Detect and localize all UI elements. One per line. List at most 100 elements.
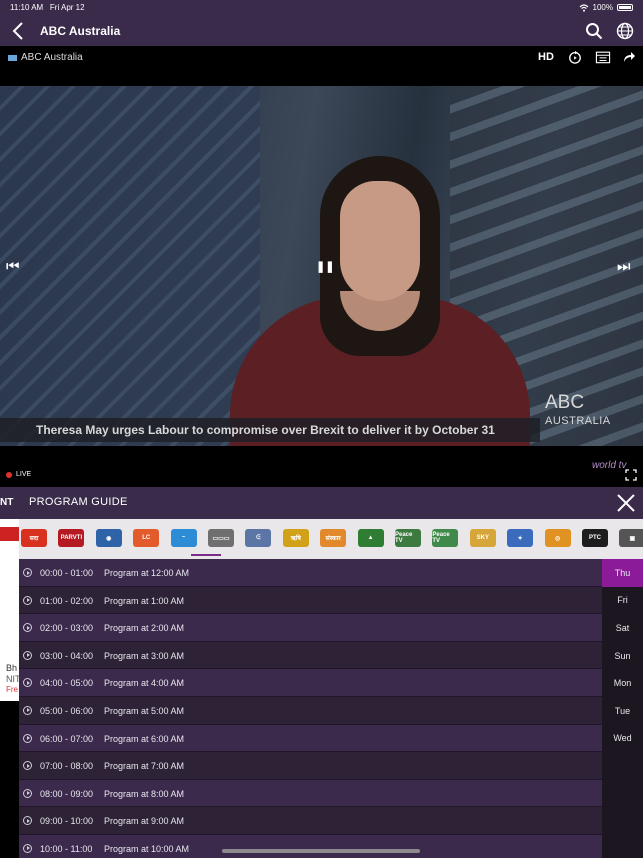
channel-logo[interactable]: ✦ xyxy=(507,529,534,547)
status-time: 11:10 AM Fri Apr 12 xyxy=(10,3,85,12)
home-indicator[interactable] xyxy=(222,849,420,853)
program-title: Program at 8:00 AM xyxy=(104,788,185,799)
program-row[interactable]: 07:00 - 08:00 Program at 7:00 AM xyxy=(19,752,602,780)
day-selector[interactable]: Thu Fri Sat Sun Mon Tue Wed xyxy=(602,559,643,858)
news-ticker: Theresa May urges Labour to compromise o… xyxy=(0,418,540,442)
program-title: Program at 6:00 AM xyxy=(104,733,185,744)
ad-text-3: Fre xyxy=(6,685,18,694)
presenter-face xyxy=(340,181,420,301)
globe-icon[interactable] xyxy=(616,22,634,40)
channel-logo[interactable]: SKY xyxy=(469,529,496,547)
day-tab[interactable]: Sun xyxy=(602,642,643,670)
channel-logo[interactable]: LC xyxy=(133,529,160,547)
program-time: 05:00 - 06:00 xyxy=(40,705,94,716)
program-row[interactable]: 03:00 - 04:00 Program at 3:00 AM xyxy=(19,641,602,670)
program-time: 08:00 - 09:00 xyxy=(40,788,94,799)
replay-icon[interactable] xyxy=(567,50,583,64)
program-list[interactable]: 00:00 - 01:00 Program at 12:00 AM 01:00 - … xyxy=(19,559,602,858)
program-guide-bar: NT PROGRAM GUIDE xyxy=(0,487,643,519)
program-title: Program at 3:00 AM xyxy=(104,650,185,661)
program-title: Program at 10:00 AM xyxy=(104,843,190,854)
hd-button[interactable]: HD xyxy=(538,50,554,64)
status-right: 100% xyxy=(579,3,633,12)
program-time: 00:00 - 01:00 xyxy=(40,568,94,578)
play-circle-icon[interactable] xyxy=(23,650,32,660)
abc-watermark-logo: ABC AUSTRALIA xyxy=(545,392,611,427)
previous-channel-button[interactable]: ⏮ xyxy=(6,258,20,275)
channel-logo[interactable]: Peace TV xyxy=(395,529,421,547)
next-channel-button[interactable]: ⏭ xyxy=(617,258,631,275)
program-row[interactable]: 05:00 - 06:00 Program at 5:00 AM xyxy=(19,696,602,725)
channel-strip[interactable]: सदा PARVTI ◉ LC ~ ▭▭▭ ᕮ ऋषि संस्कार ▲ Peace TV Peac… xyxy=(19,519,643,559)
program-time: 04:00 - 05:00 xyxy=(40,678,94,689)
channel-logo[interactable]: ~ xyxy=(170,529,197,547)
truncated-tab-label[interactable]: NT xyxy=(0,497,13,508)
play-circle-icon[interactable] xyxy=(23,733,32,743)
program-time: 03:00 - 04:00 xyxy=(40,650,94,661)
play-circle-icon[interactable] xyxy=(23,623,32,633)
share-icon[interactable] xyxy=(622,50,636,64)
chevron-left-icon[interactable] xyxy=(12,21,24,41)
play-circle-icon[interactable] xyxy=(23,761,32,771)
channel-logo[interactable]: ᕮ xyxy=(245,529,272,547)
background-building-left xyxy=(0,86,260,446)
day-tab[interactable]: Wed xyxy=(602,725,643,753)
channel-logo[interactable]: ▭▭▭ xyxy=(208,529,234,547)
channel-logo[interactable]: PARVTI xyxy=(58,529,85,547)
play-circle-icon[interactable] xyxy=(23,705,32,715)
play-circle-icon[interactable] xyxy=(23,788,32,798)
channel-logo[interactable]: ◉ xyxy=(95,529,122,547)
program-title: Program at 7:00 AM xyxy=(104,761,185,772)
channel-logo[interactable]: ▣ xyxy=(619,529,643,547)
play-circle-icon[interactable] xyxy=(23,568,32,577)
video-player[interactable]: ABC Australia HD Theresa May urges Labou… xyxy=(0,46,643,487)
fullscreen-icon[interactable] xyxy=(625,469,637,481)
calendar-icon[interactable] xyxy=(594,50,612,64)
app-header: ABC Australia xyxy=(0,16,643,46)
program-row[interactable]: 06:00 - 07:00 Program at 6:00 AM xyxy=(19,724,602,753)
day-tab[interactable]: Tue xyxy=(602,697,643,725)
program-title: Program at 5:00 AM xyxy=(104,705,185,716)
day-tab[interactable]: Thu xyxy=(602,559,643,587)
battery-icon xyxy=(617,4,633,11)
ad-text-1: Bh xyxy=(6,663,18,673)
play-circle-icon[interactable] xyxy=(23,816,32,826)
program-row[interactable]: 09:00 - 10:00 Program at 9:00 AM xyxy=(19,807,602,835)
program-row[interactable]: 00:00 - 01:00 Program at 12:00 AM xyxy=(19,559,602,587)
program-time: 06:00 - 07:00 xyxy=(40,733,94,744)
page-title: ABC Australia xyxy=(40,24,121,38)
program-title: Program at 1:00 AM xyxy=(104,595,185,606)
program-title: Program at 4:00 AM xyxy=(104,678,185,689)
program-time: 09:00 - 10:00 xyxy=(40,816,94,827)
channel-logo[interactable]: संस्कार xyxy=(320,529,347,547)
day-tab[interactable]: Sat xyxy=(602,614,643,642)
channel-logo[interactable]: सदा xyxy=(21,529,47,547)
day-tab[interactable]: Mon xyxy=(602,669,643,697)
day-tab[interactable]: Fri xyxy=(602,587,643,615)
play-circle-icon[interactable] xyxy=(23,595,32,605)
channel-logo[interactable]: ◎ xyxy=(544,529,571,547)
pause-button[interactable]: ❚❚ xyxy=(316,260,334,273)
live-indicator: LIVE xyxy=(6,471,31,478)
program-row[interactable]: 02:00 - 03:00 Program at 2:00 AM xyxy=(19,614,602,642)
play-circle-icon[interactable] xyxy=(23,843,32,853)
battery-percent: 100% xyxy=(592,3,613,12)
play-circle-icon[interactable] xyxy=(23,678,32,688)
channel-logo[interactable]: PTC xyxy=(582,529,608,547)
wifi-icon xyxy=(579,3,588,12)
close-icon[interactable] xyxy=(616,493,636,513)
channel-logo[interactable]: ऋषि xyxy=(282,529,309,547)
search-icon[interactable] xyxy=(585,22,603,40)
program-row[interactable]: 08:00 - 09:00 Program at 8:00 AM xyxy=(19,779,602,808)
worldtv-logo: world tv xyxy=(592,460,627,471)
side-ad-card[interactable]: Bh NIT Fre xyxy=(0,519,21,701)
program-row[interactable]: 01:00 - 02:00 Program at 1:00 AM xyxy=(19,586,602,615)
selected-channel-indicator xyxy=(191,554,221,556)
ad-badge xyxy=(0,527,19,541)
program-row[interactable]: 10:00 - 11:00 Program at 10:00 AM xyxy=(19,834,602,858)
flag-icon xyxy=(8,54,17,61)
channel-logo[interactable]: ▲ xyxy=(357,529,384,547)
program-title: Program at 12:00 AM xyxy=(104,568,190,578)
channel-logo[interactable]: Peace TV xyxy=(432,529,459,547)
program-row[interactable]: 04:00 - 05:00 Program at 4:00 AM xyxy=(19,669,602,697)
